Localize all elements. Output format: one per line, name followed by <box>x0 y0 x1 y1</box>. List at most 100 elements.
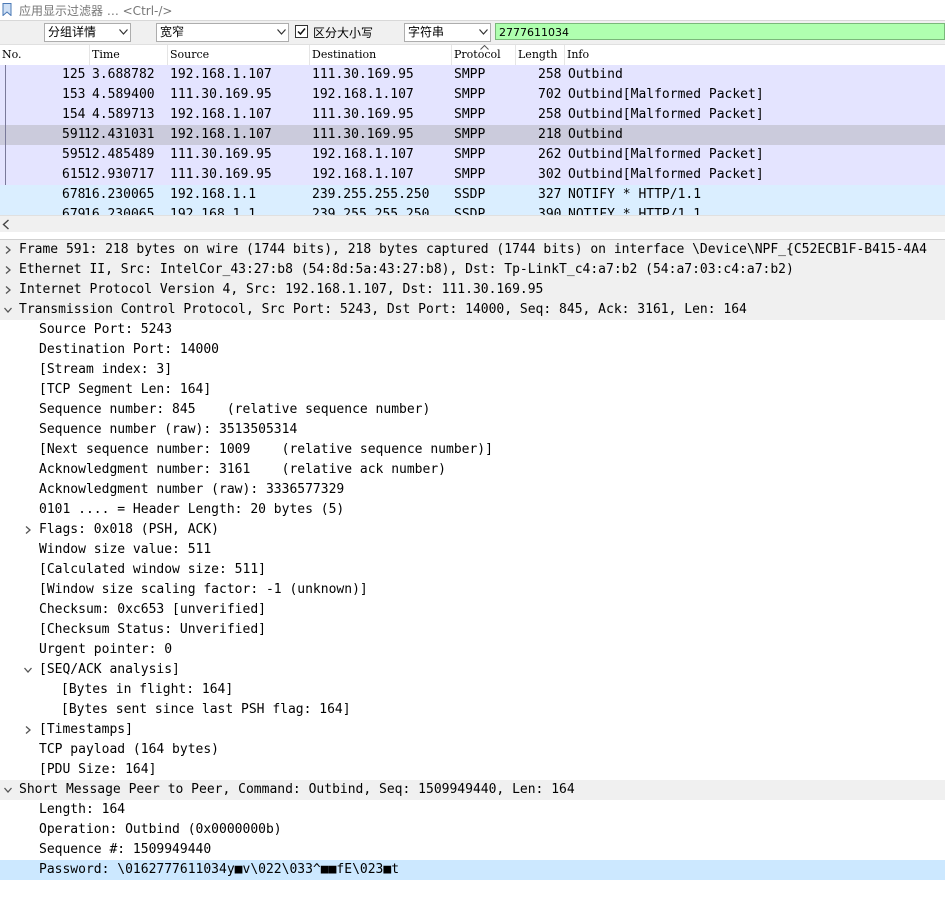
chevron-right-icon[interactable] <box>1 260 13 280</box>
detail-row[interactable]: Source Port: 5243 <box>0 320 945 340</box>
chevron-right-icon[interactable] <box>1 280 13 300</box>
detail-row[interactable]: 0101 .... = Header Length: 20 bytes (5) <box>0 500 945 520</box>
detail-row[interactable]: Acknowledgment number (raw): 3336577329 <box>0 480 945 500</box>
detail-text: Sequence number (raw): 3513505314 <box>39 422 298 437</box>
column-header-source[interactable]: Source <box>168 45 310 65</box>
packet-row[interactable]: 154 4.589713 192.168.1.107 111.30.169.95… <box>0 105 945 125</box>
column-header-info[interactable]: Info <box>565 45 945 65</box>
detail-text: Acknowledgment number (raw): 3336577329 <box>39 482 345 497</box>
chevron-down-icon[interactable] <box>21 660 33 680</box>
display-filter-bar[interactable]: 应用显示过滤器 … <Ctrl-/> <box>0 0 945 21</box>
cell-source: 192.168.1.1 <box>170 207 257 215</box>
detail-row[interactable]: Destination Port: 14000 <box>0 340 945 360</box>
detail-row[interactable]: TCP payload (164 bytes) <box>0 740 945 760</box>
packet-row[interactable]: 153 4.589400 111.30.169.95 192.168.1.107… <box>0 85 945 105</box>
conversation-marker <box>5 85 6 105</box>
cell-destination: 111.30.169.95 <box>312 127 414 142</box>
column-header-destination[interactable]: Destination <box>310 45 452 65</box>
detail-section-header[interactable]: Short Message Peer to Peer, Command: Out… <box>0 780 945 800</box>
detail-row[interactable]: [Stream index: 3] <box>0 360 945 380</box>
detail-row[interactable]: [Calculated window size: 511] <box>0 560 945 580</box>
detail-row[interactable]: Operation: Outbind (0x0000000b) <box>0 820 945 840</box>
cell-time: 16.230065 <box>84 187 155 202</box>
column-header-length[interactable]: Length <box>516 45 565 65</box>
cell-protocol: SMPP <box>454 147 486 162</box>
cell-length: 258 <box>538 67 562 82</box>
cell-destination: 192.168.1.107 <box>312 87 414 102</box>
detail-text: Length: 164 <box>39 802 126 817</box>
column-header-time[interactable]: Time <box>90 45 168 65</box>
detail-row[interactable]: Acknowledgment number: 3161 (relative ac… <box>0 460 945 480</box>
detail-row[interactable]: [TCP Segment Len: 164] <box>0 380 945 400</box>
detail-row[interactable]: Checksum: 0xc653 [unverified] <box>0 600 945 620</box>
cell-destination: 111.30.169.95 <box>312 67 414 82</box>
packet-row[interactable]: 595 12.485489 111.30.169.95 192.168.1.10… <box>0 145 945 165</box>
detail-row[interactable]: [Checksum Status: Unverified] <box>0 620 945 640</box>
chevron-left-icon[interactable] <box>2 219 10 230</box>
detail-row[interactable]: [SEQ/ACK analysis] <box>0 660 945 680</box>
chevron-right-icon[interactable] <box>21 520 33 540</box>
chevron-right-icon[interactable] <box>1 240 13 260</box>
detail-row[interactable]: Sequence #: 1509949440 <box>0 840 945 860</box>
cell-length: 262 <box>538 147 562 162</box>
detail-text: [Timestamps] <box>39 722 133 737</box>
detail-section-header[interactable]: Internet Protocol Version 4, Src: 192.16… <box>0 280 945 300</box>
cell-info: Outbind <box>568 127 623 142</box>
bookmark-icon[interactable] <box>2 3 12 16</box>
detail-row[interactable]: [Next sequence number: 1009 (relative se… <box>0 440 945 460</box>
conversation-marker <box>5 65 6 85</box>
detail-section-header[interactable]: Ethernet II, Src: IntelCor_43:27:b8 (54:… <box>0 260 945 280</box>
chevron-right-icon[interactable] <box>21 720 33 740</box>
cell-protocol: SSDP <box>454 207 486 215</box>
detail-text: Password: \0162777611034y■v\022\033^■■fE… <box>39 862 400 877</box>
search-type-select[interactable]: 字符串 <box>404 23 491 42</box>
char-width-select[interactable]: 宽窄 <box>156 23 289 42</box>
detail-row[interactable]: Window size value: 511 <box>0 540 945 560</box>
detail-row[interactable]: [Window size scaling factor: -1 (unknown… <box>0 580 945 600</box>
cell-destination: 111.30.169.95 <box>312 107 414 122</box>
packet-row[interactable]: 678 16.230065 192.168.1.1 239.255.255.25… <box>0 185 945 205</box>
packet-row[interactable]: 679 16.230065 192.168.1.1 239.255.255.25… <box>0 205 945 215</box>
detail-row[interactable]: [PDU Size: 164] <box>0 760 945 780</box>
detail-row[interactable]: Flags: 0x018 (PSH, ACK) <box>0 520 945 540</box>
cell-time: 12.431031 <box>84 127 155 142</box>
detail-row[interactable]: Sequence number (raw): 3513505314 <box>0 420 945 440</box>
cell-source: 192.168.1.107 <box>170 127 272 142</box>
conversation-marker <box>5 165 6 185</box>
chevron-down-icon[interactable] <box>1 300 13 320</box>
detail-section-header[interactable]: Transmission Control Protocol, Src Port:… <box>0 300 945 320</box>
cell-no: 125 <box>62 67 86 82</box>
checkmark-icon <box>297 28 306 36</box>
packet-row[interactable]: 125 3.688782 192.168.1.107 111.30.169.95… <box>0 65 945 85</box>
pane-splitter[interactable] <box>0 232 945 240</box>
detail-row-selected[interactable]: Password: \0162777611034y■v\022\033^■■fE… <box>0 860 945 880</box>
detail-text: [PDU Size: 164] <box>39 762 157 777</box>
find-packet-toolbar: 分组详情 宽窄 区分大小写 字符串 2777611034 <box>0 21 945 45</box>
horizontal-scrollbar[interactable] <box>0 215 945 233</box>
detail-row[interactable]: [Bytes sent since last PSH flag: 164] <box>0 700 945 720</box>
conversation-marker <box>5 145 6 165</box>
detail-text: Acknowledgment number: 3161 (relative ac… <box>39 462 446 477</box>
detail-text: [Stream index: 3] <box>39 362 173 377</box>
detail-text: Internet Protocol Version 4, Src: 192.16… <box>19 282 544 297</box>
search-in-select[interactable]: 分组详情 <box>44 23 131 42</box>
detail-row[interactable]: [Bytes in flight: 164] <box>0 680 945 700</box>
sort-ascending-icon <box>480 45 489 50</box>
detail-text: Operation: Outbind (0x0000000b) <box>39 822 282 837</box>
packet-row-selected[interactable]: 591 12.431031 192.168.1.107 111.30.169.9… <box>0 125 945 145</box>
case-sensitive-checkbox[interactable] <box>295 25 308 38</box>
column-header-no[interactable]: No. <box>0 45 90 65</box>
chevron-down-icon[interactable] <box>1 780 13 800</box>
detail-section-header[interactable]: Frame 591: 218 bytes on wire (1744 bits)… <box>0 240 945 260</box>
packet-row[interactable]: 615 12.930717 111.30.169.95 192.168.1.10… <box>0 165 945 185</box>
detail-text: Checksum: 0xc653 [unverified] <box>39 602 266 617</box>
detail-text: Ethernet II, Src: IntelCor_43:27:b8 (54:… <box>19 262 794 277</box>
detail-row[interactable]: Length: 164 <box>0 800 945 820</box>
detail-row[interactable]: [Timestamps] <box>0 720 945 740</box>
detail-row[interactable]: Sequence number: 845 (relative sequence … <box>0 400 945 420</box>
packet-list-header: No. Time Source Destination Protocol Len… <box>0 45 945 66</box>
detail-row[interactable]: Urgent pointer: 0 <box>0 640 945 660</box>
conversation-marker <box>5 125 6 145</box>
search-input[interactable]: 2777611034 <box>495 23 945 40</box>
detail-text: 0101 .... = Header Length: 20 bytes (5) <box>39 502 345 517</box>
